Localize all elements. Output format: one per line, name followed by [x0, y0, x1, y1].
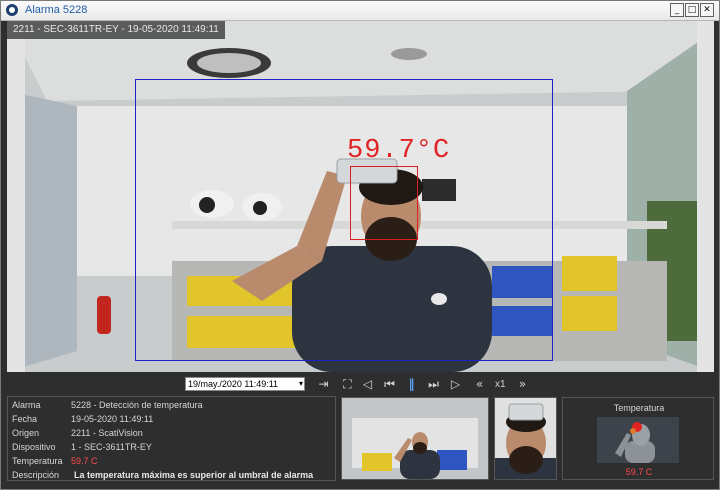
thermal-image[interactable]	[597, 417, 679, 463]
alarm-window: Alarma 5228 _ □ ✕ 2211 - SEC-3611TR-EY -…	[0, 0, 720, 490]
detail-value: 5228 - Detección de temperatura	[71, 400, 203, 410]
detection-box	[135, 79, 553, 361]
detail-value-temperature: 59.7 C	[71, 456, 98, 466]
speed-label: x1	[495, 379, 506, 390]
temperature-panel: Temperatura 59.7 C	[562, 397, 714, 480]
detail-value: 19-05-2020 11:49:11	[71, 414, 154, 424]
rewind-icon[interactable]: «	[472, 377, 487, 392]
export-icon[interactable]: ⇥	[316, 377, 331, 392]
thermal-scene	[597, 417, 679, 463]
camera-info: 2211 - SEC-3611TR-EY - 19-05-2020 11:49:…	[7, 21, 225, 39]
detail-label: Dispositivo	[12, 442, 56, 452]
detail-label: Fecha	[12, 414, 38, 424]
alarm-details: Alarma 5228 - Detección de temperatura F…	[7, 396, 336, 481]
pause-icon[interactable]: ‖	[404, 377, 419, 392]
fullscreen-icon[interactable]: ⛶	[340, 377, 355, 392]
snapshot-face-image	[495, 398, 556, 479]
app-icon	[6, 4, 18, 16]
camera-video[interactable]: 2211 - SEC-3611TR-EY - 19-05-2020 11:49:…	[7, 21, 714, 372]
title-bar[interactable]: Alarma 5228 _ □ ✕	[1, 1, 719, 21]
close-button[interactable]: ✕	[700, 3, 714, 17]
play-icon[interactable]: ▷	[448, 377, 463, 392]
calendar-dropdown-icon[interactable]: ▾	[299, 378, 303, 390]
fast-forward-icon[interactable]: »	[515, 377, 530, 392]
date-value: 19/may./2020 11:49:11	[188, 379, 279, 389]
snapshot-thumbnail-full[interactable]	[341, 397, 489, 480]
snapshot-thumbnail-face[interactable]	[494, 397, 557, 480]
detail-value: 2211 - ScatiVision	[71, 428, 143, 438]
temperature-panel-value: 59.7 C	[625, 467, 653, 477]
detail-label: Descripción	[12, 470, 60, 480]
temperature-overlay: 59.7°C	[347, 136, 451, 166]
detail-label: Origen	[12, 428, 40, 438]
step-back-icon[interactable]: ⏮	[382, 377, 397, 392]
window-title: Alarma 5228	[25, 4, 88, 16]
date-time-picker[interactable]: 19/may./2020 11:49:11 ▾	[185, 377, 305, 391]
temperature-panel-title: Temperatura	[613, 403, 665, 413]
detail-label: Alarma	[12, 400, 41, 410]
minimize-button[interactable]: _	[670, 3, 684, 17]
prev-icon[interactable]: ◁	[360, 377, 375, 392]
face-box	[350, 166, 418, 240]
maximize-button[interactable]: □	[685, 3, 699, 17]
snapshot-full-image	[342, 398, 488, 479]
detail-label: Temperatura	[12, 456, 63, 466]
playback-controls: 19/may./2020 11:49:11 ▾ ⇥ ⛶ ◁ ⏮ ‖ ⏭ ▷ « x…	[7, 374, 714, 396]
detail-value: 1 - SEC-3611TR-EY	[71, 442, 152, 452]
step-forward-icon[interactable]: ⏭	[426, 377, 441, 392]
detail-value-description: La temperatura máxima es superior al umb…	[74, 470, 314, 480]
